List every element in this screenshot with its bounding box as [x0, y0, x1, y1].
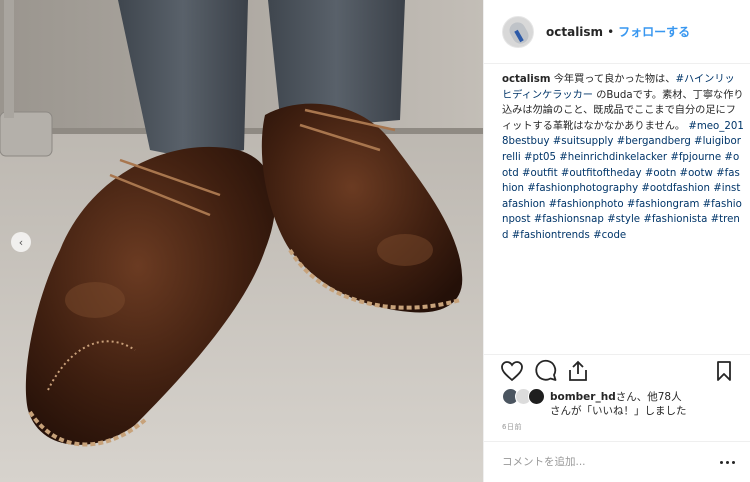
hashtag-link[interactable]: #ootw: [680, 168, 713, 179]
avatar[interactable]: [528, 388, 545, 405]
post-caption: octalism 今年買って良かった物は、#ハインリッヒディンケラッカー のBu…: [502, 72, 744, 348]
hashtag-link[interactable]: #suitsupply: [553, 136, 614, 147]
shoes-photo-image: [0, 0, 483, 482]
hashtag-link[interactable]: #outfit: [522, 168, 558, 179]
hashtag-link[interactable]: #fpjourne: [670, 152, 721, 163]
likes-suffix: さんが「いいね！」しました: [550, 405, 687, 417]
more-options-icon[interactable]: [717, 455, 737, 469]
hashtag-link[interactable]: #fashiontrends: [512, 230, 590, 241]
hashtag-link[interactable]: #fashionista: [643, 214, 707, 225]
follow-button[interactable]: フォローする: [618, 23, 690, 40]
hashtag-list: #meo_2018bestbuy #suitsupply #bergandber…: [502, 121, 744, 241]
hashtag-link[interactable]: #fashiongram: [627, 199, 699, 210]
post-timestamp[interactable]: 6日前: [502, 422, 522, 432]
bookmark-icon[interactable]: [712, 359, 736, 383]
avatar[interactable]: [502, 15, 534, 48]
post-side-panel: octalism • フォローする octalism 今年買って良かった物は、#…: [483, 0, 750, 482]
post-header: octalism • フォローする: [484, 0, 750, 64]
post-username[interactable]: octalism: [546, 25, 603, 39]
carousel-prev-icon[interactable]: ‹: [11, 232, 31, 252]
hashtag-link[interactable]: #fashionphotography: [527, 183, 638, 194]
hashtag-link[interactable]: #outfitoftheday: [561, 168, 642, 179]
likes-text[interactable]: bomber_hdさん、他78人: [550, 389, 682, 404]
likes-summary: bomber_hdさん、他78人 さんが「いいね！」しました: [502, 387, 742, 419]
share-icon[interactable]: [566, 359, 590, 383]
hashtag-link[interactable]: #code: [593, 230, 626, 241]
hashtag-link[interactable]: #heinrichdinkelacker: [559, 152, 667, 163]
heart-icon[interactable]: [500, 359, 524, 383]
hashtag-link[interactable]: #ootdfashion: [641, 183, 710, 194]
hashtag-link[interactable]: #ootn: [645, 168, 676, 179]
comment-icon[interactable]: [534, 359, 558, 383]
post-photo[interactable]: ‹: [0, 0, 483, 482]
likes-others[interactable]: さん、他78人: [616, 391, 682, 403]
caption-text: 今年買って良かった物は、: [550, 74, 676, 85]
caption-username[interactable]: octalism: [502, 74, 550, 85]
hashtag-link[interactable]: #pt05: [524, 152, 556, 163]
hashtag-link[interactable]: #style: [607, 214, 640, 225]
hashtag-link[interactable]: #bergandberg: [617, 136, 691, 147]
comment-input[interactable]: [502, 453, 702, 471]
liker-avatars[interactable]: [502, 388, 548, 406]
comment-box: [484, 441, 750, 482]
liker-username[interactable]: bomber_hd: [550, 391, 616, 403]
header-separator: •: [607, 24, 615, 39]
hashtag-link[interactable]: #fashionsnap: [534, 214, 604, 225]
hashtag-link[interactable]: #fashionphoto: [549, 199, 624, 210]
action-bar: [484, 354, 750, 386]
